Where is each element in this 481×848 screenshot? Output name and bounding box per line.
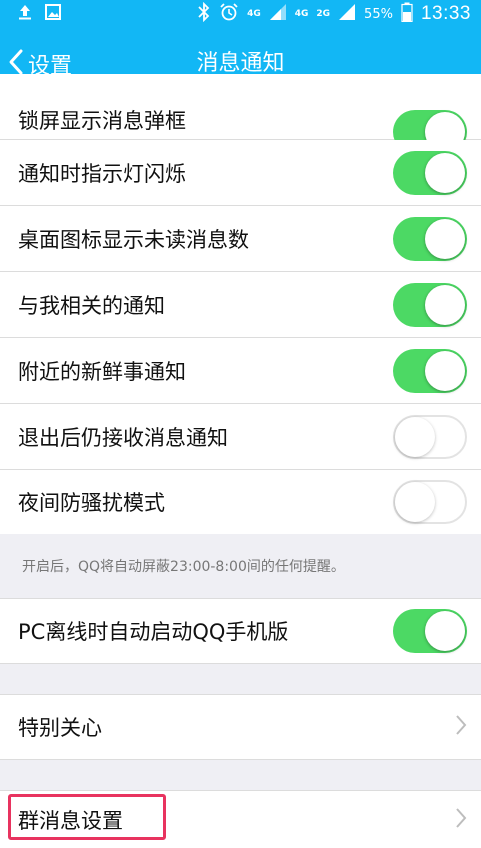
row-label: 退出后仍接收消息通知: [18, 425, 228, 450]
chevron-right-icon: [455, 714, 467, 740]
signal-icon-2: [338, 3, 356, 25]
night-mode-note: 开启后，QQ将自动屏蔽23:00-8:00间的任何提醒。: [0, 534, 481, 598]
row-label: 特别关心: [18, 716, 102, 740]
settings-row-unread-badge[interactable]: 桌面图标显示未读消息数: [0, 206, 481, 272]
toggle-knob: [395, 417, 435, 457]
chevron-right-icon: [455, 807, 467, 833]
row-label: 夜间防骚扰模式: [18, 491, 165, 515]
network-2g-small: 2G: [316, 8, 331, 19]
toggle-knob: [395, 482, 435, 522]
toggle-knob: [425, 611, 465, 651]
row-label: 群消息设置: [18, 808, 123, 833]
network-4g-label: 4G: [247, 8, 261, 19]
battery-percent: 55%: [364, 6, 393, 22]
toggle-indicator-light[interactable]: [393, 151, 467, 195]
alarm-icon: [219, 2, 239, 26]
toggle-night-mode[interactable]: [393, 480, 467, 524]
toggle-knob: [425, 351, 465, 391]
settings-row-after-exit[interactable]: 退出后仍接收消息通知: [0, 404, 481, 470]
upload-icon: [16, 3, 34, 25]
image-icon: [44, 3, 62, 25]
settings-row-indicator-light[interactable]: 通知时指示灯闪烁: [0, 140, 481, 206]
toggle-after-exit[interactable]: [393, 415, 467, 459]
note-text: 开启后，QQ将自动屏蔽23:00-8:00间的任何提醒。: [22, 559, 345, 575]
settings-row-special-care[interactable]: 特别关心: [0, 694, 481, 760]
bluetooth-icon: [197, 1, 211, 26]
settings-row-pc-offline[interactable]: PC离线时自动启动QQ手机版: [0, 598, 481, 664]
battery-icon: [401, 2, 413, 26]
status-bar: 4G 4G 2G 55% 13:33: [0, 0, 481, 28]
row-label: 与我相关的通知: [18, 293, 165, 318]
row-label: 锁屏显示消息弹框: [18, 108, 186, 133]
network-4g-small: 4G: [294, 8, 309, 19]
settings-row-related-notify[interactable]: 与我相关的通知: [0, 272, 481, 338]
settings-row-night-mode[interactable]: 夜间防骚扰模式: [0, 470, 481, 534]
toggle-nearby-news[interactable]: [393, 349, 467, 393]
settings-row-lockscreen-popup[interactable]: 锁屏显示消息弹框: [0, 74, 481, 154]
toggle-knob: [425, 153, 465, 193]
toggle-unread-badge[interactable]: [393, 217, 467, 261]
row-label: 附近的新鲜事通知: [18, 359, 186, 384]
toggle-pc-offline[interactable]: [393, 609, 467, 653]
row-label: 通知时指示灯闪烁: [18, 161, 186, 186]
row-label: PC离线时自动启动QQ手机版: [18, 620, 289, 644]
clock: 13:33: [420, 3, 471, 24]
settings-row-nearby-news[interactable]: 附近的新鲜事通知: [0, 338, 481, 404]
toggle-knob: [425, 219, 465, 259]
toggle-knob: [425, 285, 465, 325]
signal-icon: [269, 3, 287, 25]
settings-row-group-messages[interactable]: 群消息设置: [0, 790, 481, 848]
toggle-related-notify[interactable]: [393, 283, 467, 327]
row-label: 桌面图标显示未读消息数: [18, 227, 249, 252]
